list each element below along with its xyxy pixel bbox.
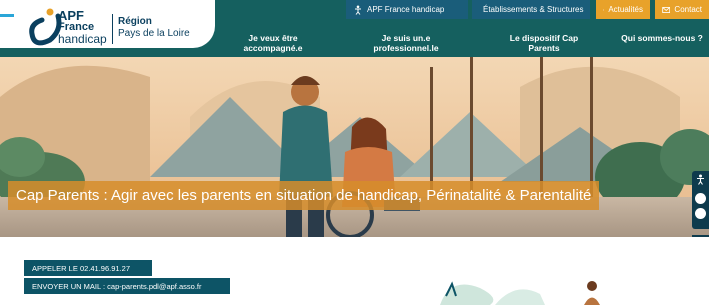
hero-title: Cap Parents : Agir avec les parents en s… (8, 181, 600, 210)
contrast-icon[interactable] (695, 193, 706, 204)
util-label: Établissements & Structures (483, 5, 584, 14)
nav-item-dispositif[interactable]: Le dispositif Cap Parents (495, 33, 593, 53)
site-header: APF France handicap Région Pays de la Lo… (0, 0, 709, 57)
logo-divider (112, 14, 113, 44)
util-link-etablissements[interactable]: Établissements & Structures (472, 0, 590, 19)
hero-illustration (0, 57, 709, 237)
logo-link[interactable]: APF France handicap Région Pays de la Lo… (0, 0, 215, 48)
util-link-apf[interactable]: APF France handicap (346, 0, 468, 19)
logo-region-line1: Région (118, 16, 152, 27)
util-link-contact[interactable]: Contact (655, 0, 709, 19)
util-label: Actualités (608, 5, 643, 14)
logo-handicap: handicap (58, 32, 107, 46)
text-size-icon[interactable] (695, 208, 706, 219)
util-label: APF France handicap (367, 5, 445, 14)
util-label: Contact (674, 5, 702, 14)
logo-region-line2: Pays de la Loire (118, 28, 190, 39)
accessibility-person-icon[interactable] (695, 174, 706, 185)
content-illustration (440, 281, 600, 305)
accessibility-icon (355, 5, 361, 15)
util-link-actualites[interactable]: Actualités (596, 0, 650, 19)
scroll-top-icon[interactable] (692, 235, 709, 237)
page: APF France handicap Région Pays de la Lo… (0, 0, 709, 305)
accessibility-toolbar (692, 171, 709, 229)
email-button[interactable]: ENVOYER UN MAIL : cap-parents.pdl@apf.as… (24, 278, 230, 294)
newspaper-icon (603, 8, 605, 11)
mail-icon (662, 6, 671, 13)
hero-banner (0, 57, 709, 237)
logo-accent-bar (0, 14, 14, 17)
nav-item-accompagne[interactable]: Je veux être accompagné.e (228, 33, 318, 53)
nav-item-qui-sommes-nous[interactable]: Qui sommes-nous ? (616, 33, 708, 43)
nav-item-professionnel[interactable]: Je suis un.e professionnel.le (364, 33, 448, 53)
call-button[interactable]: APPELER LE 02.41.96.91.27 (24, 260, 152, 276)
